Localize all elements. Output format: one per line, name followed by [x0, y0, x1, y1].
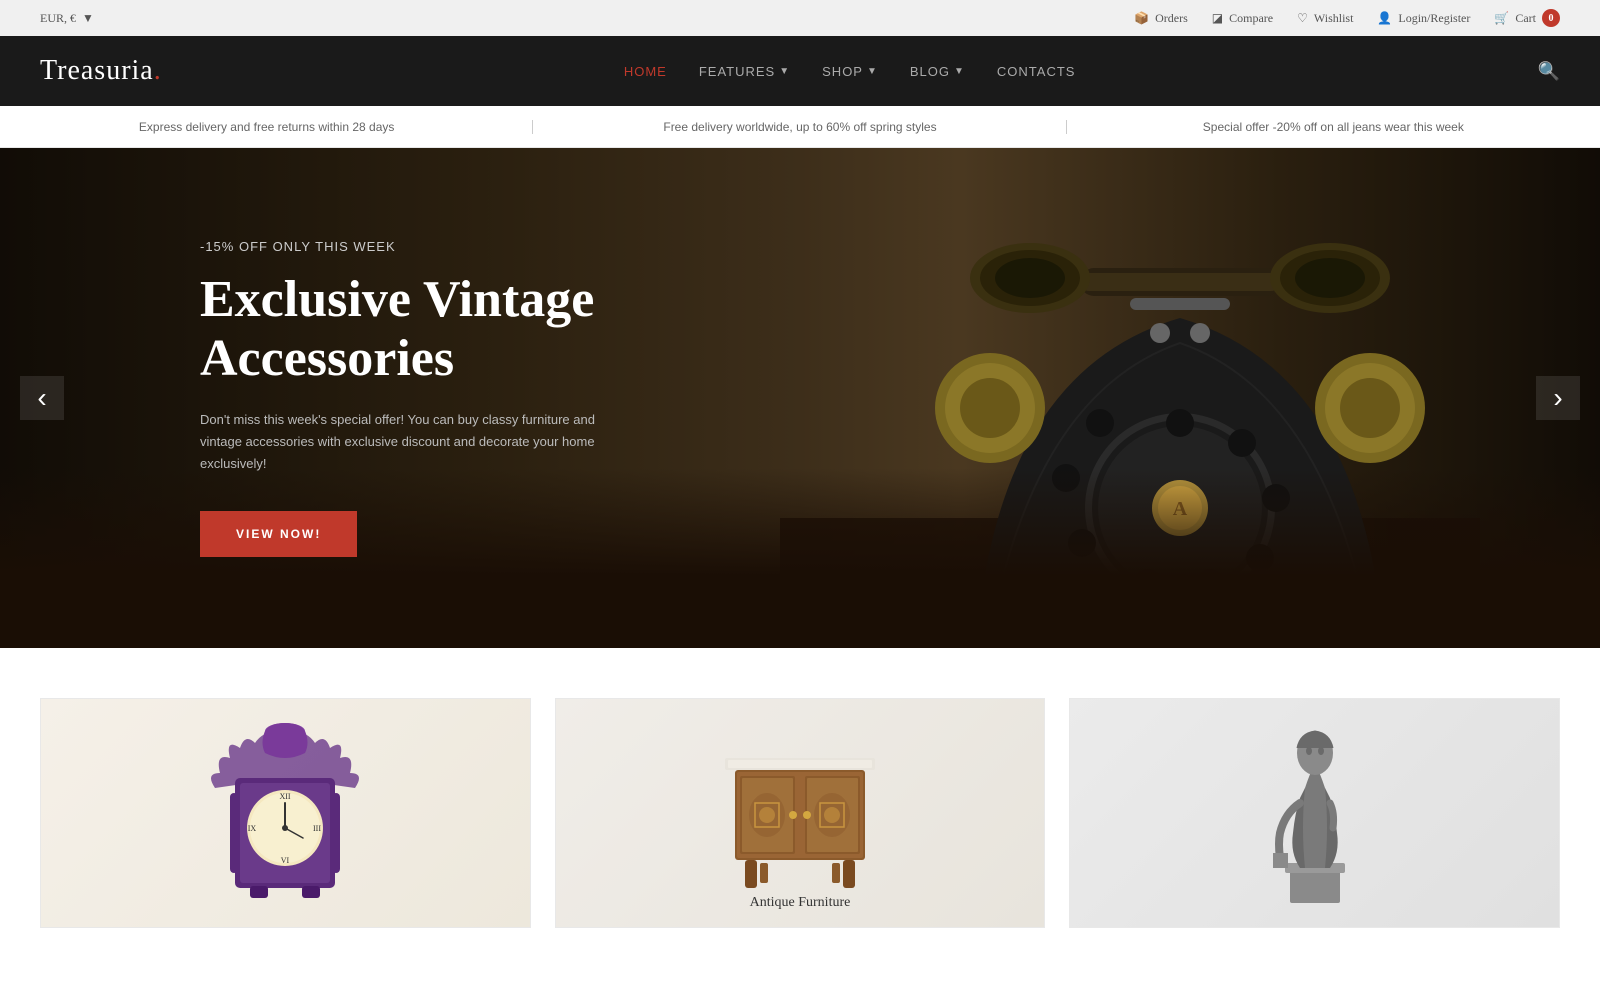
svg-text:III: III [313, 824, 321, 833]
login-label: Login/Register [1398, 11, 1470, 26]
hero-content: -15% OFF ONLY THIS WEEK Exclusive Vintag… [0, 239, 620, 558]
login-link[interactable]: 👤 Login/Register [1377, 11, 1470, 26]
compare-link[interactable]: ◪ Compare [1212, 11, 1273, 26]
svg-text:XII: XII [280, 792, 291, 801]
nav-blog[interactable]: BLOG ▼ [910, 64, 965, 79]
hero-section: A [0, 148, 1600, 648]
furniture-label: Antique Furniture [750, 895, 851, 911]
product-card-clock[interactable]: XII III VI IX [40, 698, 531, 928]
nav-links: HOME FEATURES ▼ SHOP ▼ BLOG ▼ CONTACTS [624, 64, 1076, 79]
products-section: XII III VI IX [0, 648, 1600, 928]
compare-label: Compare [1229, 11, 1273, 26]
promo-item-1: Express delivery and free returns within… [0, 120, 533, 134]
currency-chevron: ▼ [82, 11, 94, 26]
nav-features[interactable]: FEATURES ▼ [699, 64, 790, 79]
heart-icon: ♡ [1297, 11, 1308, 26]
promo-bar: Express delivery and free returns within… [0, 106, 1600, 148]
promo-item-2: Free delivery worldwide, up to 60% off s… [533, 120, 1066, 134]
currency-selector[interactable]: EUR, € ▼ [40, 11, 94, 26]
hero-description: Don't miss this week's special offer! Yo… [200, 409, 620, 475]
logo-text: Treasuria. [40, 55, 162, 86]
orders-link[interactable]: 📦 Orders [1134, 11, 1188, 26]
hero-subtitle: -15% OFF ONLY THIS WEEK [200, 239, 620, 254]
product-card-statue[interactable] [1069, 698, 1560, 928]
nav-contacts[interactable]: CONTACTS [997, 64, 1076, 79]
chevron-down-icon: ▼ [954, 66, 965, 77]
svg-text:IX: IX [248, 824, 257, 833]
nav-shop[interactable]: SHOP ▼ [822, 64, 878, 79]
promo-item-3: Special offer -20% off on all jeans wear… [1067, 120, 1600, 134]
statue-image [1070, 699, 1559, 927]
box-icon: 📦 [1134, 11, 1149, 26]
top-bar-actions: 📦 Orders ◪ Compare ♡ Wishlist 👤 Login/Re… [1134, 9, 1560, 27]
nav-home[interactable]: HOME [624, 64, 667, 79]
cart-label: Cart [1515, 11, 1536, 26]
user-icon: 👤 [1377, 11, 1392, 26]
logo[interactable]: Treasuria. [40, 55, 162, 87]
products-grid: XII III VI IX [40, 698, 1560, 928]
currency-label: EUR, € [40, 11, 76, 26]
navbar: Treasuria. HOME FEATURES ▼ SHOP ▼ BLOG ▼… [0, 36, 1600, 106]
top-bar: EUR, € ▼ 📦 Orders ◪ Compare ♡ Wishlist 👤… [0, 0, 1600, 36]
search-icon[interactable]: 🔍 [1538, 61, 1560, 82]
orders-label: Orders [1155, 11, 1188, 26]
cart-link[interactable]: 🛒 Cart 0 [1494, 9, 1560, 27]
wishlist-label: Wishlist [1314, 11, 1354, 26]
clock-image: XII III VI IX [41, 699, 530, 927]
hero-cta-button[interactable]: VIEW NOW! [200, 511, 357, 557]
svg-text:VI: VI [281, 856, 290, 865]
chevron-down-icon: ▼ [779, 66, 790, 77]
carousel-next-button[interactable]: › [1536, 376, 1580, 420]
cart-count: 0 [1542, 9, 1560, 27]
product-card-furniture[interactable]: Antique Furniture [555, 698, 1046, 928]
hero-title: Exclusive VintageAccessories [200, 270, 620, 390]
compare-icon: ◪ [1212, 11, 1223, 26]
carousel-prev-button[interactable]: ‹ [20, 376, 64, 420]
furniture-image [556, 699, 1045, 927]
chevron-down-icon: ▼ [867, 66, 878, 77]
wishlist-link[interactable]: ♡ Wishlist [1297, 11, 1353, 26]
cart-icon: 🛒 [1494, 11, 1509, 26]
